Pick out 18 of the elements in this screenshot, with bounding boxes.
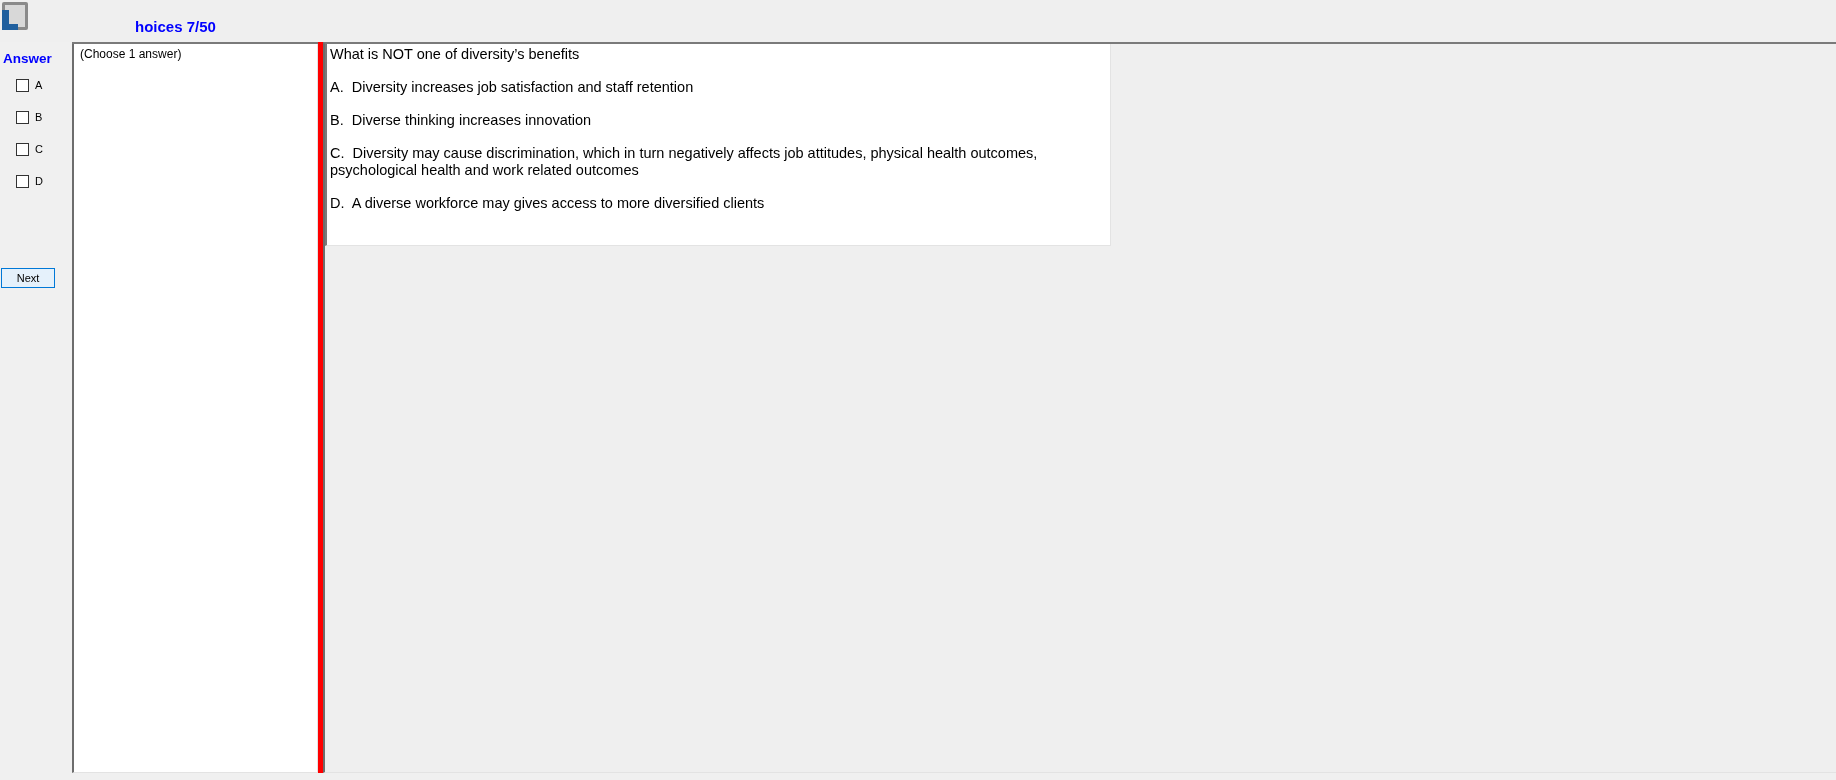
- question-text: What is NOT one of diversity’s benefits: [330, 46, 580, 63]
- choice-label[interactable]: C: [35, 141, 43, 158]
- choice-label[interactable]: B: [35, 109, 43, 126]
- option-text: D. A diverse workforce may gives access to more diversified clients: [330, 195, 766, 212]
- option-text: A. Diversity increases job satisfaction and staff retention: [330, 79, 695, 96]
- option-text: C. Diversity may cause discrimination, which in turn negatively affects job attitudes, physical health outcomes, psychological health and work related outcomes: [330, 145, 1039, 179]
- choice-label[interactable]: A: [35, 77, 43, 94]
- option-text: B. Diverse thinking increases innovation: [330, 112, 593, 129]
- instructions-text: (Choose 1 answer): [80, 47, 182, 61]
- app-icon: [2, 2, 28, 30]
- checkbox[interactable]: [16, 143, 29, 156]
- answer-heading: Answer: [3, 51, 52, 67]
- checkbox[interactable]: [16, 79, 29, 92]
- choice-label[interactable]: D: [35, 173, 43, 190]
- next-button[interactable]: Next: [1, 268, 55, 288]
- checkbox[interactable]: [16, 175, 29, 188]
- checkbox[interactable]: [16, 111, 29, 124]
- window-title: hoices 7/50: [135, 18, 216, 35]
